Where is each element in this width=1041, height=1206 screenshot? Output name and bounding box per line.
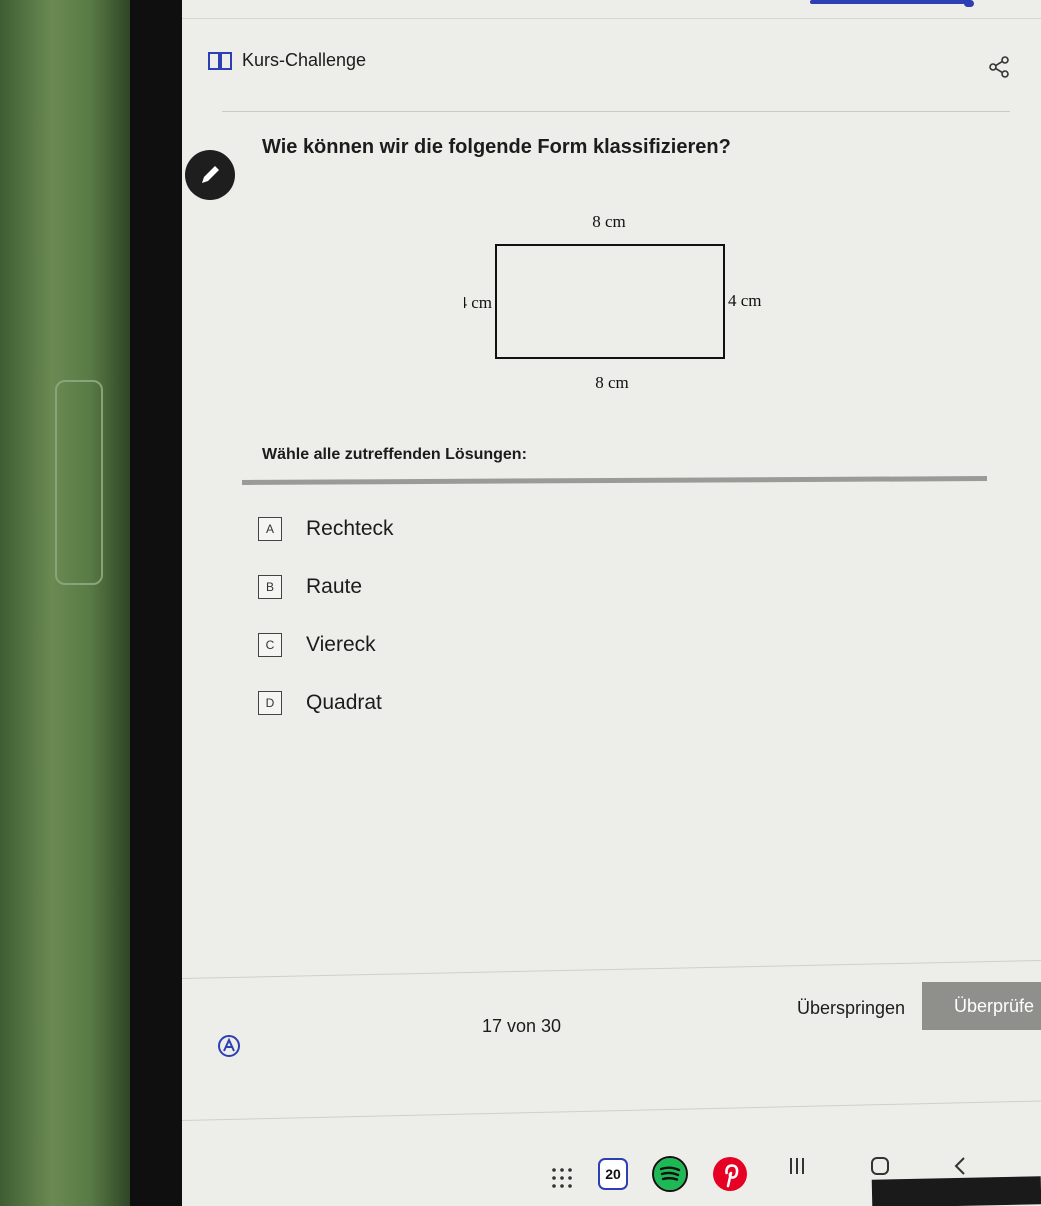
- navbar-divider: [182, 1100, 1041, 1121]
- option-label: Raute: [306, 575, 363, 598]
- book-icon: [208, 51, 232, 70]
- header-divider: [222, 111, 1010, 112]
- option-c[interactable]: C Viereck: [258, 616, 394, 674]
- share-icon[interactable]: [988, 56, 1010, 78]
- option-label: Viereck: [306, 633, 376, 656]
- option-key: C: [258, 633, 282, 657]
- calendar-day: 20: [605, 1166, 621, 1182]
- check-button[interactable]: Überprüfe: [922, 982, 1041, 1030]
- figure-bottom-label: 8 cm: [595, 373, 629, 392]
- course-title: Kurs-Challenge: [242, 50, 367, 70]
- rectangle-figure: 8 cm 4 cm 4 cm 8 cm: [464, 212, 762, 392]
- device-edge: [871, 1176, 1041, 1206]
- header: Kurs-Challenge: [208, 50, 366, 71]
- instruction-text: Wähle alle zutreffenden Lösungen:: [262, 446, 527, 463]
- option-key: B: [258, 575, 282, 599]
- device-bezel: [130, 0, 182, 1206]
- footer-divider: [182, 960, 1041, 979]
- pencil-icon: [202, 166, 219, 183]
- option-label: Quadrat: [306, 691, 382, 714]
- progress-indicator: [964, 0, 974, 7]
- top-divider: [182, 18, 1041, 19]
- recent-apps-icon[interactable]: [787, 1156, 807, 1176]
- calendar-app-icon[interactable]: 20: [598, 1158, 628, 1190]
- answer-options: A Rechteck B Raute C Viereck D Quadrat: [258, 500, 394, 732]
- home-icon[interactable]: [870, 1156, 890, 1176]
- option-key: A: [258, 517, 282, 541]
- screen: Kurs-Challenge Wie können wir die folgen…: [182, 0, 1041, 1206]
- options-separator: [241, 476, 988, 485]
- back-icon[interactable]: [952, 1156, 968, 1176]
- spotify-icon[interactable]: [652, 1156, 688, 1192]
- question-counter: 17 von 30: [482, 1016, 562, 1036]
- option-key: D: [258, 691, 282, 715]
- skip-button[interactable]: Überspringen: [797, 998, 905, 1019]
- figure-top-label: 8 cm: [592, 212, 626, 231]
- user-circle-icon[interactable]: [217, 1034, 241, 1058]
- pencil-badge: [185, 150, 235, 200]
- background-left: [0, 0, 130, 1206]
- device-side-outline: [55, 380, 103, 585]
- pinterest-icon[interactable]: [712, 1156, 748, 1192]
- option-b[interactable]: B Raute: [258, 558, 394, 616]
- option-d[interactable]: D Quadrat: [258, 674, 394, 732]
- option-label: Rechteck: [306, 517, 394, 540]
- figure-right-label: 4 cm: [728, 291, 762, 310]
- rectangle-shape: [495, 244, 725, 359]
- figure-left-label: 4 cm: [464, 293, 492, 312]
- progress-bar: [810, 0, 970, 4]
- app-drawer-icon[interactable]: [550, 1166, 574, 1190]
- question-text: Wie können wir die folgende Form klassif…: [262, 136, 731, 158]
- option-a[interactable]: A Rechteck: [258, 500, 394, 558]
